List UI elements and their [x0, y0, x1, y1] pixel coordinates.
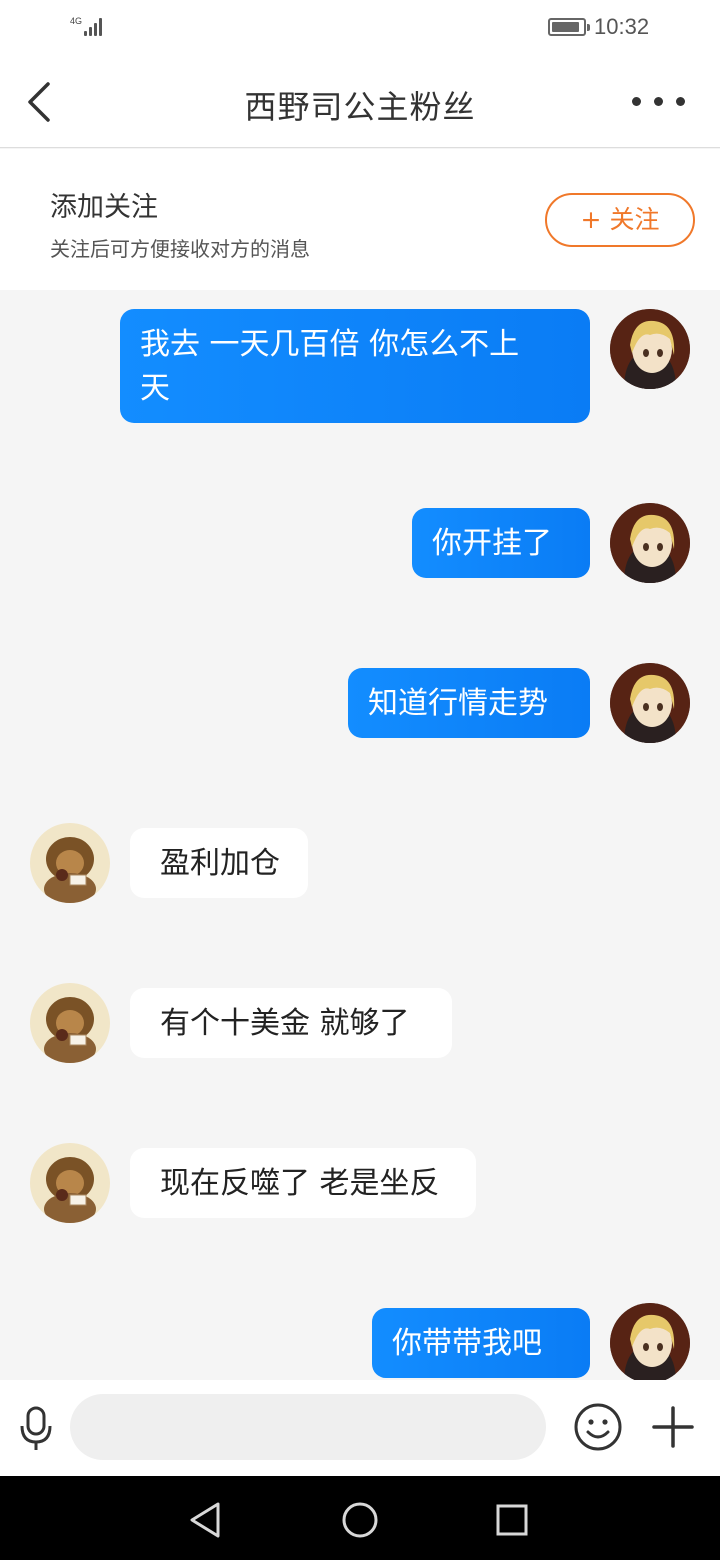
- status-bar: 4G 10:32: [0, 0, 720, 56]
- battery-level: [552, 22, 579, 32]
- message-bubble-sent[interactable]: 我去 一天几百倍 你怎么不上 天: [120, 309, 590, 423]
- follow-banner: 添加关注 关注后可方便接收对方的消息 + 关注: [0, 149, 720, 290]
- system-navigation-bar: [0, 1476, 720, 1560]
- status-time: 10:32: [594, 14, 650, 39]
- anime-avatar-icon: [610, 503, 690, 583]
- message-line: 天: [140, 371, 170, 406]
- voice-button[interactable]: [14, 1404, 58, 1452]
- triangle-back-icon: [190, 1502, 220, 1538]
- my-avatar[interactable]: [610, 1303, 690, 1380]
- lion-avatar-icon: [30, 1143, 110, 1223]
- contact-avatar[interactable]: [30, 1143, 110, 1223]
- more-dots-icon: [632, 97, 641, 106]
- follow-title: 添加关注: [50, 192, 158, 223]
- system-home-button[interactable]: [338, 1498, 382, 1542]
- anime-avatar-icon: [610, 1303, 690, 1380]
- message-list[interactable]: 我去 一天几百倍 你怎么不上 天 你开挂了 知道行情走势 盈利加仓 有个十美金 …: [0, 290, 720, 1380]
- more-actions-button[interactable]: [648, 1402, 698, 1452]
- message-bubble-received[interactable]: 现在反噬了 老是坐反: [130, 1148, 476, 1218]
- message-input[interactable]: [70, 1394, 546, 1460]
- lion-avatar-icon: [30, 983, 110, 1063]
- follow-button[interactable]: + 关注: [545, 193, 695, 247]
- back-button[interactable]: [18, 78, 66, 126]
- system-back-button[interactable]: [184, 1498, 228, 1542]
- emoji-button[interactable]: [573, 1402, 623, 1452]
- more-options-button[interactable]: [626, 84, 692, 120]
- message-line: 我去 一天几百倍 你怎么不上: [140, 327, 520, 362]
- message-bubble-sent[interactable]: 你带带我吧: [372, 1308, 590, 1378]
- signal-icon: 4G: [70, 16, 106, 38]
- system-recent-button[interactable]: [490, 1498, 534, 1542]
- contact-avatar[interactable]: [30, 983, 110, 1063]
- message-input-bar: [0, 1380, 720, 1476]
- square-recent-icon: [496, 1504, 528, 1536]
- emoji-smile-icon: [574, 1403, 622, 1451]
- anime-avatar-icon: [610, 309, 690, 389]
- anime-avatar-icon: [610, 663, 690, 743]
- chat-title: 西野司公主粉丝: [244, 88, 476, 126]
- message-bubble-received[interactable]: 有个十美金 就够了: [130, 988, 452, 1058]
- my-avatar[interactable]: [610, 503, 690, 583]
- contact-avatar[interactable]: [30, 823, 110, 903]
- my-avatar[interactable]: [610, 309, 690, 389]
- plus-icon: [652, 1406, 694, 1448]
- my-avatar[interactable]: [610, 663, 690, 743]
- back-arrow-icon: [28, 82, 50, 122]
- battery-icon: [548, 18, 590, 36]
- circle-home-icon: [342, 1502, 378, 1538]
- message-bubble-received[interactable]: 盈利加仓: [130, 828, 308, 898]
- chat-header: 西野司公主粉丝: [0, 56, 720, 148]
- microphone-icon: [20, 1406, 52, 1450]
- message-bubble-sent[interactable]: 你开挂了: [412, 508, 590, 578]
- message-bubble-sent[interactable]: 知道行情走势: [348, 668, 590, 738]
- follow-subtitle: 关注后可方便接收对方的消息: [50, 237, 310, 261]
- network-type: 4G: [70, 16, 83, 26]
- lion-avatar-icon: [30, 823, 110, 903]
